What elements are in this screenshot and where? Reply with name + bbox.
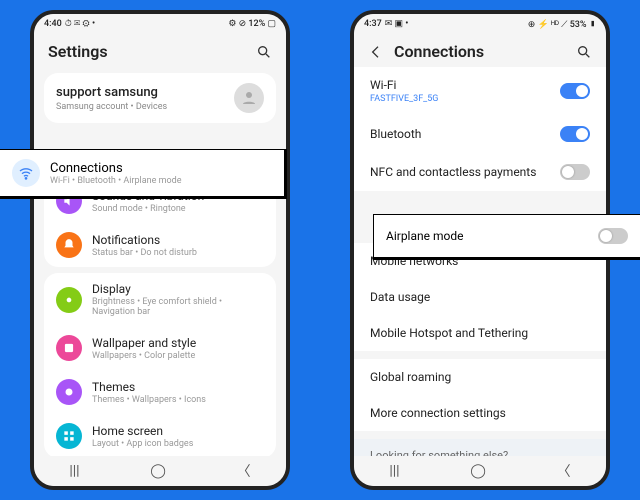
avatar bbox=[234, 83, 264, 113]
wifi-toggle[interactable] bbox=[560, 83, 590, 99]
airplane-toggle[interactable] bbox=[598, 228, 628, 244]
back-icon[interactable] bbox=[368, 44, 384, 60]
homescreen-row[interactable]: Home screenLayout • App icon badges bbox=[44, 414, 276, 456]
account-name: support samsung bbox=[56, 85, 167, 100]
palette-icon bbox=[56, 335, 82, 361]
search-icon[interactable] bbox=[256, 44, 272, 60]
page-title: Connections bbox=[394, 42, 484, 61]
back-button[interactable]: 〈 bbox=[237, 461, 251, 481]
phone-settings: 4:40⏱ ✉ ⚙ • ⚙ ⊘ 12% ▢ Settings support s… bbox=[30, 10, 290, 490]
connections-header: Connections bbox=[354, 34, 606, 67]
hotspot-row[interactable]: Mobile Hotspot and Tethering bbox=[354, 315, 606, 351]
wifi-icon bbox=[12, 159, 40, 187]
status-bar: 4:40⏱ ✉ ⚙ • ⚙ ⊘ 12% ▢ bbox=[34, 14, 286, 34]
themes-row[interactable]: ThemesThemes • Wallpapers • Icons bbox=[44, 370, 276, 414]
navbar: ||| ◯ 〈 bbox=[354, 456, 606, 486]
airplane-title: Airplane mode bbox=[386, 229, 588, 243]
roaming-row[interactable]: Global roaming bbox=[354, 359, 606, 395]
recents-button[interactable]: ||| bbox=[389, 463, 399, 479]
wallpaper-row[interactable]: Wallpaper and styleWallpapers • Color pa… bbox=[44, 326, 276, 370]
back-button[interactable]: 〈 bbox=[557, 461, 571, 481]
recents-button[interactable]: ||| bbox=[69, 463, 79, 479]
account-card[interactable]: support samsung Samsung account • Device… bbox=[44, 73, 276, 123]
nfc-toggle[interactable] bbox=[560, 164, 590, 180]
airplane-highlight[interactable]: Airplane mode bbox=[374, 215, 640, 257]
sun-icon bbox=[56, 287, 82, 313]
connections-title: Connections bbox=[50, 161, 181, 176]
bluetooth-row[interactable]: Bluetooth bbox=[354, 115, 606, 153]
more-settings-row[interactable]: More connection settings bbox=[354, 395, 606, 431]
status-bar: 4:37✉ ▣ • ⊕ ⚡ ᴴᴰ ⟋ 53% ▮ bbox=[354, 14, 606, 34]
display-row[interactable]: DisplayBrightness • Eye comfort shield •… bbox=[44, 273, 276, 326]
settings-header: Settings bbox=[34, 34, 286, 67]
connections-sub: Wi-Fi • Bluetooth • Airplane mode bbox=[50, 176, 181, 186]
nfc-row[interactable]: NFC and contactless payments bbox=[354, 153, 606, 191]
bluetooth-toggle[interactable] bbox=[560, 126, 590, 142]
search-icon[interactable] bbox=[576, 44, 592, 60]
home-button[interactable]: ◯ bbox=[470, 463, 486, 479]
account-sub: Samsung account • Devices bbox=[56, 102, 167, 112]
connections-highlight[interactable]: Connections Wi-Fi • Bluetooth • Airplane… bbox=[0, 150, 284, 196]
data-usage-row[interactable]: Data usage bbox=[354, 279, 606, 315]
settings-group-2: DisplayBrightness • Eye comfort shield •… bbox=[44, 273, 276, 456]
notifications-row[interactable]: NotificationsStatus bar • Do not disturb bbox=[44, 223, 276, 267]
footer-hint: Looking for something else? Samsung Clou… bbox=[354, 439, 606, 456]
wifi-row[interactable]: Wi-FiFASTFIVE_3F_5G bbox=[354, 67, 606, 115]
navbar: ||| ◯ 〈 bbox=[34, 456, 286, 486]
page-title: Settings bbox=[48, 42, 108, 61]
grid-icon bbox=[56, 423, 82, 449]
themes-icon bbox=[56, 379, 82, 405]
home-button[interactable]: ◯ bbox=[150, 463, 166, 479]
bell-icon bbox=[56, 232, 82, 258]
